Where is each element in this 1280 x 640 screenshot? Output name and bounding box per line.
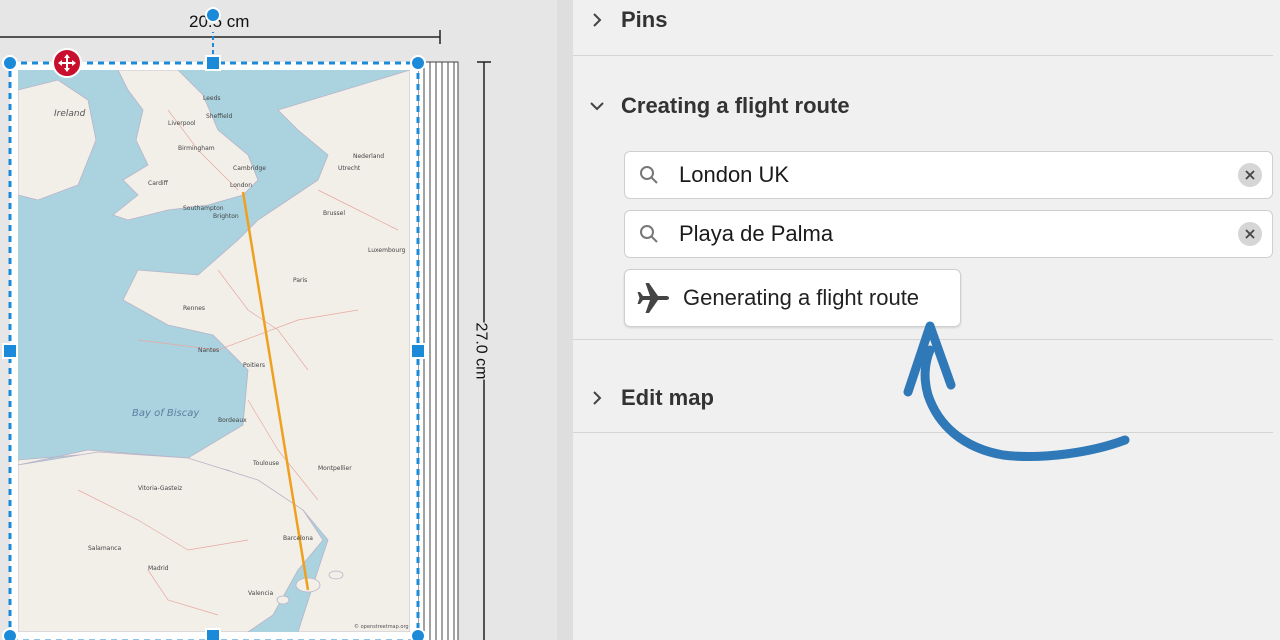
resize-handle-left[interactable] (2, 343, 18, 359)
resize-handle-bottom[interactable] (205, 628, 221, 640)
resize-handle-top-left[interactable] (2, 55, 18, 71)
annotation-arrow-icon (903, 321, 1130, 461)
resize-handle-top[interactable] (205, 55, 221, 71)
resize-handle-right[interactable] (410, 343, 426, 359)
resize-handle-bottom-left[interactable] (2, 628, 18, 640)
rotate-handle[interactable] (205, 7, 221, 23)
map-canvas-area: Ireland Bay of Biscay Leeds Sheffield Live… (0, 0, 557, 640)
settings-panel: Pins Creating a flight route London UK P… (573, 0, 1280, 640)
resize-handle-top-right[interactable] (410, 55, 426, 71)
selection-frame (8, 22, 420, 640)
panel-divider[interactable] (557, 0, 573, 640)
move-icon[interactable] (52, 48, 82, 78)
resize-handle-bottom-right[interactable] (410, 628, 426, 640)
height-dimension-text: 27.0 cm (471, 322, 490, 380)
